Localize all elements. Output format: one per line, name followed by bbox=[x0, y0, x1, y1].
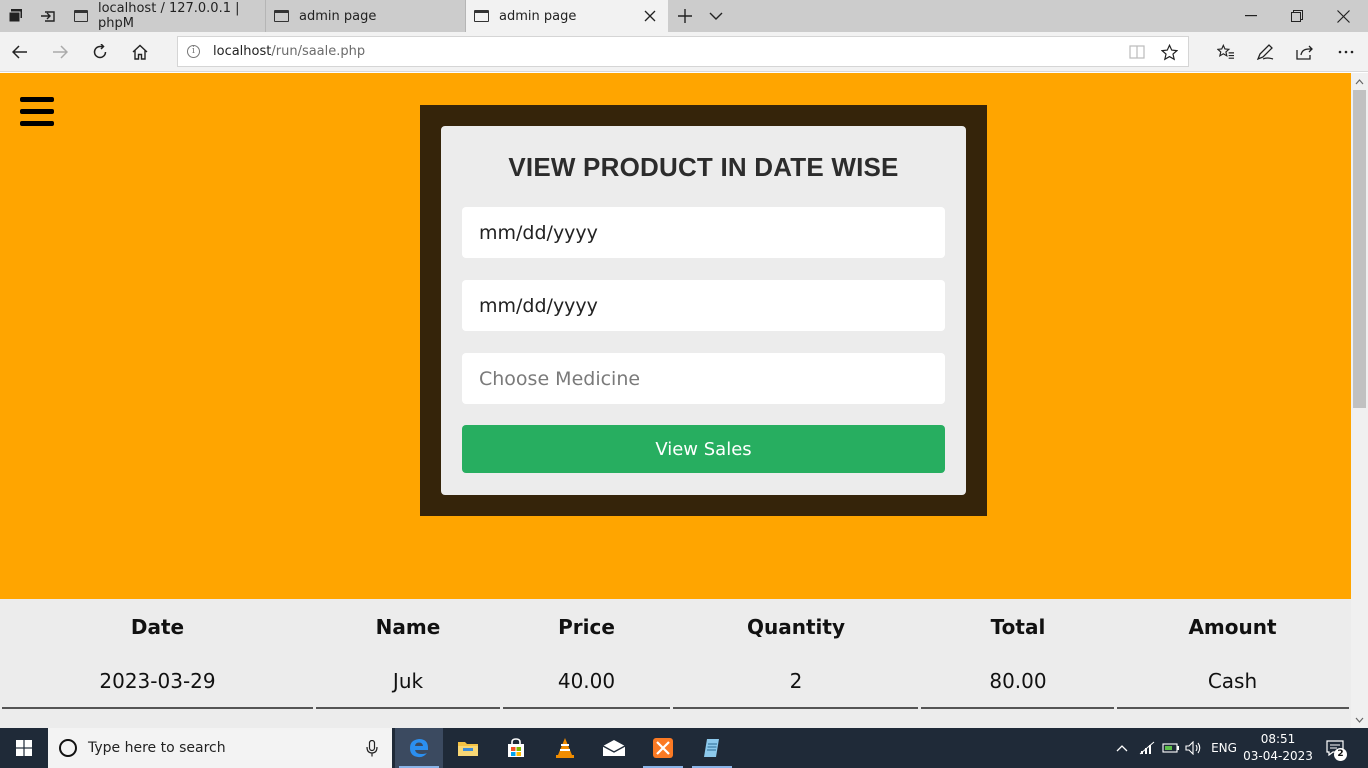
table-header-amount: Amount bbox=[1188, 615, 1277, 639]
tab-admin-page-active[interactable]: admin page bbox=[466, 0, 668, 32]
mail-icon[interactable] bbox=[590, 728, 638, 768]
scrollbar-thumb[interactable] bbox=[1353, 90, 1366, 408]
tab-manager-icon[interactable] bbox=[0, 0, 32, 32]
windows-taskbar: Type here to search ENG 08:51 03-04-2023 bbox=[0, 728, 1368, 768]
browser-tab-strip: localhost / 127.0.0.1 | phpM admin page … bbox=[0, 0, 1368, 32]
back-arrow-icon[interactable] bbox=[4, 36, 36, 68]
new-tab-icon[interactable] bbox=[669, 0, 701, 32]
home-icon[interactable] bbox=[124, 36, 156, 68]
reading-view-icon[interactable] bbox=[1126, 41, 1148, 63]
battery-charging-icon[interactable] bbox=[1160, 728, 1182, 768]
notification-count-badge: 2 bbox=[1334, 748, 1347, 761]
set-aside-tabs-icon[interactable] bbox=[32, 0, 64, 32]
windows-start-icon[interactable] bbox=[0, 728, 48, 768]
table-cell-amount: Cash bbox=[1207, 669, 1258, 693]
tab-label: localhost / 127.0.0.1 | phpM bbox=[97, 1, 240, 31]
view-sales-button[interactable]: View Sales bbox=[462, 425, 945, 473]
favorite-star-icon[interactable] bbox=[1158, 41, 1180, 63]
close-window-icon[interactable] bbox=[1320, 0, 1366, 32]
notepad-icon[interactable] bbox=[688, 728, 736, 768]
table-cell-total: 80.00 bbox=[989, 669, 1047, 693]
table-header-total: Total bbox=[990, 615, 1046, 639]
vertical-scrollbar[interactable] bbox=[1351, 73, 1368, 728]
clock-date: 03-04-2023 bbox=[1243, 749, 1313, 763]
close-tab-icon[interactable] bbox=[642, 8, 658, 24]
hero-section: VIEW PRODUCT IN DATE WISE mm/dd/yyyy mm/… bbox=[0, 73, 1351, 599]
row-divider bbox=[921, 707, 1114, 709]
scroll-down-arrow-icon[interactable] bbox=[1351, 711, 1368, 728]
url-text[interactable]: localhost/run/saale.php bbox=[213, 44, 365, 59]
table-cell-date: 2023-03-29 bbox=[99, 669, 216, 693]
page-icon bbox=[74, 10, 88, 22]
table-header-quantity: Quantity bbox=[747, 615, 845, 639]
start-date-input[interactable]: mm/dd/yyyy bbox=[462, 207, 945, 258]
search-placeholder: Type here to search bbox=[88, 740, 226, 756]
page-viewport: VIEW PRODUCT IN DATE WISE mm/dd/yyyy mm/… bbox=[0, 73, 1368, 728]
table-header-price: Price bbox=[558, 615, 615, 639]
system-clock[interactable]: 08:51 03-04-2023 bbox=[1243, 731, 1313, 765]
row-divider bbox=[673, 707, 918, 709]
notifications-icon[interactable] bbox=[1318, 728, 1352, 768]
taskbar-search-box[interactable]: Type here to search bbox=[48, 728, 392, 768]
end-date-input[interactable]: mm/dd/yyyy bbox=[462, 280, 945, 331]
more-options-icon[interactable] bbox=[1330, 36, 1362, 68]
microphone-icon[interactable] bbox=[366, 739, 378, 761]
tab-preview-chevron-down-icon[interactable] bbox=[700, 0, 732, 32]
tab-admin-page-1[interactable]: admin page bbox=[266, 0, 466, 32]
minimize-icon[interactable] bbox=[1228, 0, 1274, 32]
date-filter-form: VIEW PRODUCT IN DATE WISE mm/dd/yyyy mm/… bbox=[441, 126, 966, 495]
show-hidden-icons-chevron-up-icon[interactable] bbox=[1112, 728, 1132, 768]
language-indicator[interactable]: ENG bbox=[1208, 728, 1240, 768]
row-divider bbox=[316, 707, 500, 709]
restore-icon[interactable] bbox=[1274, 0, 1320, 32]
table-cell-price: 40.00 bbox=[557, 669, 616, 693]
table-cell-quantity: 2 bbox=[789, 669, 803, 693]
volume-icon[interactable] bbox=[1183, 728, 1205, 768]
form-frame: VIEW PRODUCT IN DATE WISE mm/dd/yyyy mm/… bbox=[420, 105, 987, 516]
page-icon bbox=[474, 10, 489, 22]
forward-arrow-icon[interactable] bbox=[44, 36, 76, 68]
xampp-icon[interactable] bbox=[639, 728, 687, 768]
vlc-icon[interactable] bbox=[541, 728, 589, 768]
clock-time: 08:51 bbox=[1260, 732, 1296, 746]
table-header-date: Date bbox=[130, 615, 185, 639]
scroll-up-arrow-icon[interactable] bbox=[1351, 73, 1368, 90]
browser-toolbar: i localhost/run/saale.php bbox=[0, 32, 1368, 72]
page-icon bbox=[274, 10, 289, 22]
row-divider bbox=[2, 707, 313, 709]
cortana-icon bbox=[59, 739, 77, 757]
site-info-icon[interactable]: i bbox=[187, 45, 200, 58]
file-explorer-icon[interactable] bbox=[444, 728, 492, 768]
store-icon[interactable] bbox=[492, 728, 540, 768]
share-icon[interactable] bbox=[1289, 36, 1321, 68]
favorites-hub-icon[interactable] bbox=[1210, 36, 1242, 68]
tab-label: admin page bbox=[299, 8, 377, 24]
address-bar[interactable]: i localhost/run/saale.php bbox=[177, 36, 1189, 67]
tab-label: admin page bbox=[499, 8, 577, 24]
row-divider bbox=[1117, 707, 1349, 709]
sales-table: Date Name Price Quantity Total Amount 20… bbox=[0, 599, 1351, 728]
row-divider bbox=[503, 707, 670, 709]
medicine-input[interactable]: Choose Medicine bbox=[462, 353, 945, 404]
table-header-name: Name bbox=[375, 615, 441, 639]
url-host: localhost bbox=[213, 44, 272, 59]
table-cell-name: Juk bbox=[392, 669, 424, 693]
network-wifi-icon[interactable] bbox=[1136, 728, 1158, 768]
web-note-pen-icon[interactable] bbox=[1249, 36, 1281, 68]
refresh-icon[interactable] bbox=[84, 36, 116, 68]
form-title: VIEW PRODUCT IN DATE WISE bbox=[508, 152, 899, 182]
edge-icon[interactable] bbox=[395, 728, 443, 768]
url-path: /run/saale.php bbox=[271, 44, 366, 59]
tab-phpmyadmin[interactable]: localhost / 127.0.0.1 | phpM bbox=[66, 0, 266, 32]
hamburger-menu-icon[interactable] bbox=[20, 97, 56, 129]
